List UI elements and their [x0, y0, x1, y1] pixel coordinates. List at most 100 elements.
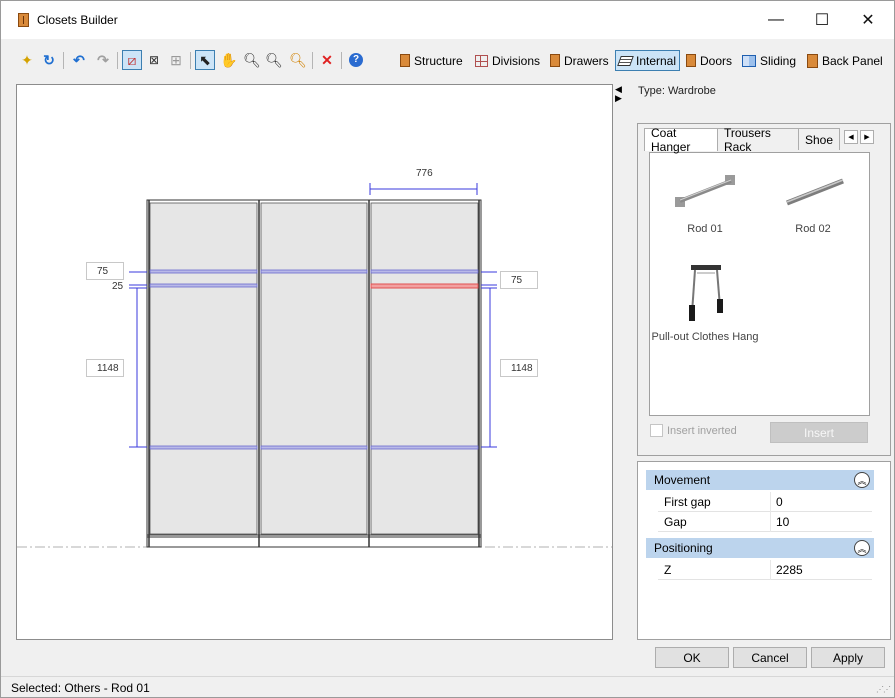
- undo-icon[interactable]: ↶: [69, 50, 89, 70]
- doors-label: Doors: [700, 53, 733, 68]
- shelf-bottom-middle: [260, 445, 368, 450]
- structure-label: Structure: [414, 53, 463, 68]
- tab-scroll-right-icon[interactable]: ▶: [860, 130, 874, 144]
- internal-label: Internal: [636, 53, 677, 68]
- gap-value[interactable]: 10: [776, 515, 789, 529]
- back-panel-mode-button[interactable]: Back Panel: [804, 50, 886, 71]
- help-icon[interactable]: ?: [346, 50, 366, 70]
- sliding-icon: [742, 54, 756, 67]
- first-gap-value[interactable]: 0: [776, 495, 783, 509]
- delete-icon[interactable]: ✕: [317, 50, 337, 70]
- closets-builder-window: Closets Builder — ☐ ✕ ✦ ↻ ↶ ↷ ⧄ ⊠ ⊞ ⬉ ✋ …: [0, 0, 895, 698]
- toolbar: ✦ ↻ ↶ ↷ ⧄ ⊠ ⊞ ⬉ ✋ 🔍︎ 🔍︎ 🔍︎ ✕ ? Structure…: [11, 47, 891, 75]
- structure-mode-button[interactable]: Structure: [397, 50, 466, 71]
- properties-grid: Movement ︽ First gap 0 Gap 10 Positionin…: [637, 461, 891, 640]
- minimize-button[interactable]: —: [753, 1, 799, 39]
- arrow-right-icon: ▶: [615, 93, 622, 103]
- doors-icon: [686, 54, 696, 67]
- status-bar: Selected: Others - Rod 01 ⋰⋰: [1, 676, 894, 697]
- right-top-dimension-box[interactable]: 75: [500, 271, 538, 289]
- structure-icon: [400, 54, 410, 67]
- collapse-chevron-icon[interactable]: ︽: [854, 540, 870, 556]
- shelf-top-middle: [260, 269, 368, 274]
- ok-button[interactable]: OK: [655, 647, 729, 668]
- left-height-dimension-box[interactable]: 1148: [86, 359, 124, 377]
- insert-inverted-label: Insert inverted: [667, 424, 737, 437]
- left-top-dimension-box[interactable]: 75: [86, 262, 124, 280]
- doors-mode-button[interactable]: Doors: [683, 50, 735, 71]
- prop-divider: [770, 492, 771, 512]
- shelf-bottom-left: [149, 445, 258, 450]
- reset-icon[interactable]: ↻: [39, 50, 59, 70]
- compartment-middle: [260, 202, 368, 535]
- panel-collapse-toggle[interactable]: ◀ ▶: [615, 85, 625, 103]
- drawers-mode-button[interactable]: Drawers: [547, 50, 612, 71]
- pull-out-hanger-icon: [689, 265, 723, 321]
- sliding-mode-button[interactable]: Sliding: [739, 50, 799, 71]
- catalog-items: Rod 01 Rod 02 Pull-out Clothes Hang: [649, 152, 870, 416]
- pointer-icon[interactable]: ⬉: [195, 50, 215, 70]
- rod-02-icon: [786, 178, 844, 206]
- resize-grip-icon[interactable]: ⋰⋰: [876, 685, 891, 694]
- title-bar: Closets Builder — ☐ ✕: [1, 1, 894, 39]
- zoom-out-icon[interactable]: 🔍︎: [264, 50, 284, 70]
- tab-scroll-left-icon[interactable]: ◀: [844, 130, 858, 144]
- pull-out-hanger-label: Pull-out Clothes Hang: [651, 331, 759, 343]
- catalog-item-rod-01[interactable]: Rod 01: [650, 167, 760, 235]
- internal-mode-button[interactable]: Internal: [615, 50, 681, 71]
- drawing-canvas[interactable]: 776 75 25 1148 75 1148: [16, 84, 613, 640]
- right-height-dimension-box[interactable]: 1148: [500, 359, 538, 377]
- z-row[interactable]: Z 2285: [658, 560, 872, 580]
- drawers-label: Drawers: [564, 53, 609, 68]
- insert-button[interactable]: Insert: [770, 422, 868, 443]
- hand-icon[interactable]: ✋: [219, 50, 239, 70]
- type-label: Type: Wardrobe: [638, 85, 716, 97]
- catalog-item-rod-02[interactable]: Rod 02: [758, 167, 868, 235]
- z-label: Z: [664, 563, 672, 577]
- divisions-icon: [475, 54, 488, 67]
- tab-shoe[interactable]: Shoe: [798, 128, 840, 150]
- compartment-left: [149, 202, 258, 535]
- first-gap-label: First gap: [664, 495, 711, 509]
- status-text: Selected: Others - Rod 01: [11, 681, 150, 695]
- toolbar-separator: [341, 52, 342, 69]
- dimension-icon[interactable]: ⊠: [144, 50, 164, 70]
- movement-category[interactable]: Movement ︽: [646, 470, 874, 490]
- grid-icon[interactable]: ⊞: [166, 50, 186, 70]
- selected-rod: [370, 283, 479, 289]
- tab-trousers-rack[interactable]: Trousers Rack: [717, 126, 799, 154]
- collapse-chevron-icon[interactable]: ︽: [854, 472, 870, 488]
- rod-left: [149, 283, 258, 288]
- shelf-bottom-right: [370, 445, 479, 450]
- cancel-button[interactable]: Cancel: [733, 647, 807, 668]
- prop-divider: [770, 512, 771, 532]
- back-panel-icon: [807, 53, 818, 68]
- tab-coat-hanger[interactable]: Coat Hanger: [644, 126, 718, 154]
- positioning-title: Positioning: [654, 541, 713, 555]
- rod-01-label: Rod 01: [687, 223, 723, 235]
- maximize-button[interactable]: ☐: [799, 1, 845, 39]
- z-value[interactable]: 2285: [776, 563, 803, 577]
- shelf-top-right: [370, 269, 479, 274]
- divisions-mode-button[interactable]: Divisions: [472, 50, 543, 71]
- toolbar-separator: [117, 52, 118, 69]
- gap-row[interactable]: Gap 10: [658, 512, 872, 532]
- top-width-dimension: 776: [416, 168, 433, 179]
- rod-01-icon: [675, 175, 735, 207]
- new-icon[interactable]: ✦: [17, 50, 37, 70]
- prop-divider: [770, 560, 771, 580]
- apply-button[interactable]: Apply: [811, 647, 885, 668]
- sliding-label: Sliding: [760, 53, 797, 68]
- insert-inverted-check[interactable]: [650, 424, 663, 437]
- shelf-top-left: [149, 269, 258, 274]
- positioning-category[interactable]: Positioning ︽: [646, 538, 874, 558]
- toolbar-separator: [312, 52, 313, 69]
- catalog-item-pull-out-hanger[interactable]: Pull-out Clothes Hang: [650, 263, 760, 343]
- close-button[interactable]: ✕: [845, 1, 891, 39]
- insert-inverted-checkbox[interactable]: Insert inverted: [650, 424, 737, 437]
- first-gap-row[interactable]: First gap 0: [658, 492, 872, 512]
- edit-shape-icon[interactable]: ⧄: [122, 50, 142, 70]
- zoom-in-icon[interactable]: 🔍︎: [242, 50, 262, 70]
- zoom-fit-icon[interactable]: 🔍︎: [288, 50, 308, 70]
- redo-icon[interactable]: ↷: [93, 50, 113, 70]
